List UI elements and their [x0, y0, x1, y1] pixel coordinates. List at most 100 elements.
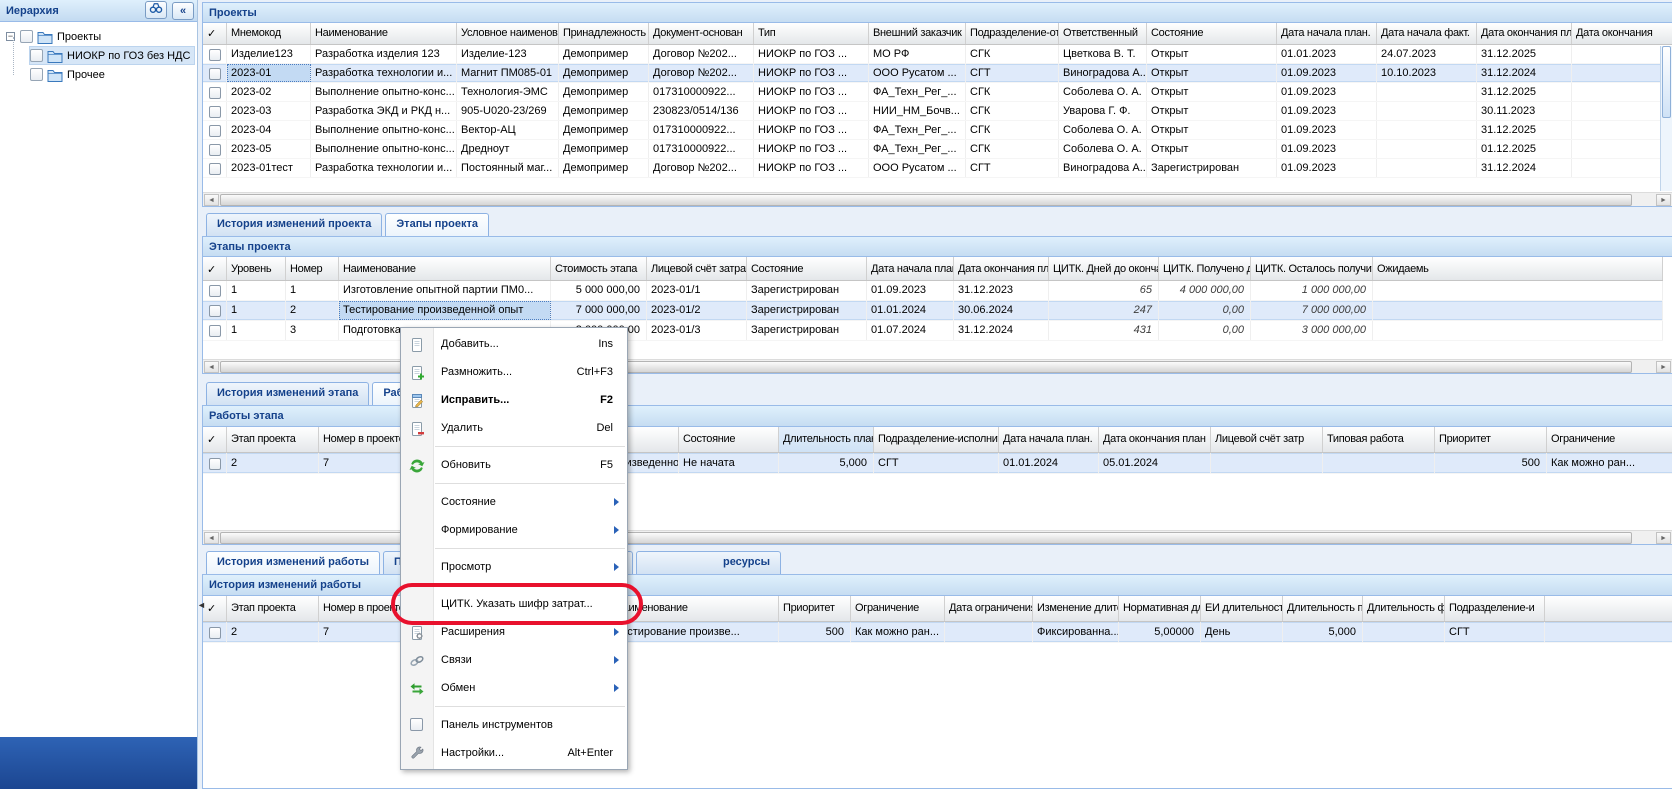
column-header[interactable]: Дата начала план.	[999, 427, 1099, 452]
menu-item[interactable]: Расширения	[401, 618, 627, 646]
vertical-scrollbar[interactable]	[1660, 46, 1672, 191]
column-header[interactable]: Наименование	[339, 257, 551, 280]
scroll-left-button[interactable]: ◄	[204, 194, 219, 206]
table-cell[interactable]: СГТ	[966, 64, 1059, 82]
scroll-right-button[interactable]: ►	[1656, 194, 1671, 206]
table-cell[interactable]: Изделие123	[227, 45, 311, 63]
table-cell[interactable]	[1572, 140, 1672, 158]
table-cell[interactable]	[1572, 121, 1672, 139]
table-cell[interactable]: Виноградова А...	[1059, 64, 1147, 82]
table-cell[interactable]	[203, 121, 227, 139]
table-cell[interactable]: 24.07.2023	[1377, 45, 1477, 63]
table-cell[interactable]: 017310000922...	[649, 83, 754, 101]
column-header[interactable]: Этап проекта	[227, 427, 319, 452]
table-row[interactable]: Изделие123Разработка изделия 123Изделие-…	[203, 45, 1672, 64]
checkbox-icon[interactable]	[410, 718, 423, 731]
table-cell[interactable]	[1572, 83, 1672, 101]
table-cell[interactable]: Выполнение опытно-конс...	[311, 83, 457, 101]
column-header[interactable]: Ожидаемь	[1373, 257, 1663, 280]
table-cell[interactable]: 5,00000	[1119, 622, 1201, 642]
table-cell[interactable]: 230823/0514/136	[649, 102, 754, 120]
table-cell[interactable]: 65	[1049, 281, 1159, 300]
table-cell[interactable]	[203, 159, 227, 177]
table-cell[interactable]: ФА_Техн_Рег_...	[869, 140, 966, 158]
column-header[interactable]: Дата начала факт.	[1377, 23, 1477, 44]
tree-item[interactable]: −Проекты	[0, 27, 197, 46]
column-header[interactable]: Ответственный	[1059, 23, 1147, 44]
table-cell[interactable]: 500	[1435, 453, 1547, 473]
column-header[interactable]: Длительность фак	[1363, 596, 1445, 621]
column-header[interactable]: Состояние	[747, 257, 867, 280]
table-cell[interactable]: НИОКР по ГОЗ ...	[754, 121, 869, 139]
table-cell[interactable]: 5 000 000,00	[551, 281, 647, 300]
table-cell[interactable]	[1377, 121, 1477, 139]
table-cell[interactable]: Зарегистрирован	[747, 321, 867, 340]
table-cell[interactable]: День	[1201, 622, 1283, 642]
table-cell[interactable]: Фиксированна...	[1033, 622, 1119, 642]
table-cell[interactable]: 01.09.2023	[1277, 140, 1377, 158]
table-cell[interactable]: 01.09.2023	[1277, 83, 1377, 101]
table-cell[interactable]: 30.06.2024	[954, 301, 1049, 320]
scroll-thumb[interactable]	[1662, 46, 1671, 118]
tab-3[interactable]: ресурсы	[636, 551, 781, 574]
table-row[interactable]: 11Изготовление опытной партии ПМ0...5 00…	[203, 281, 1663, 301]
table-cell[interactable]: Как можно ран...	[851, 622, 945, 642]
table-cell[interactable]: 7 000 000,00	[551, 301, 647, 320]
table-cell[interactable]: Виноградова А...	[1059, 159, 1147, 177]
column-header[interactable]: Дата начала план	[867, 257, 954, 280]
table-cell[interactable]: Зарегистрирован	[747, 281, 867, 300]
column-header[interactable]: Типовая работа	[1323, 427, 1435, 452]
row-checkbox[interactable]	[209, 125, 221, 137]
table-cell[interactable]: 431	[1049, 321, 1159, 340]
table-cell[interactable]: Постоянный маг...	[457, 159, 559, 177]
menu-item[interactable]: Размножить...Ctrl+F3	[401, 358, 627, 386]
table-cell[interactable]: Разработка технологии и...	[311, 159, 457, 177]
table-cell[interactable]: 2	[286, 301, 339, 320]
table-cell[interactable]: Дредноут	[457, 140, 559, 158]
table-cell[interactable]: Демопример	[559, 102, 649, 120]
table-cell[interactable]: 2023-02	[227, 83, 311, 101]
tree-item-content[interactable]: Проекты	[20, 28, 105, 45]
table-cell[interactable]: 3	[286, 321, 339, 340]
table-cell[interactable]: 31.12.2023	[954, 281, 1049, 300]
column-header[interactable]: Дата окончания	[1572, 23, 1672, 44]
table-cell[interactable]: Демопример	[559, 159, 649, 177]
table-cell[interactable]: 01.07.2024	[867, 321, 954, 340]
table-cell[interactable]	[1545, 622, 1672, 642]
table-cell[interactable]	[1363, 622, 1445, 642]
column-header[interactable]: Приоритет	[779, 596, 851, 621]
table-cell[interactable]: Договор №202...	[649, 45, 754, 63]
column-header[interactable]: ✓	[203, 257, 227, 280]
table-cell[interactable]: 017310000922...	[649, 140, 754, 158]
table-cell[interactable]: Тестирование произведенной опыт	[339, 301, 551, 320]
table-cell[interactable]: Технология-ЭМС	[457, 83, 559, 101]
table-cell[interactable]	[1572, 45, 1672, 63]
table-cell[interactable]: 1	[227, 301, 286, 320]
column-header[interactable]: Длительность план▼	[779, 427, 874, 452]
column-header[interactable]: ЕИ длительности	[1201, 596, 1283, 621]
table-cell[interactable]: ООО Русатом ...	[869, 159, 966, 177]
table-cell[interactable]: Как можно ран...	[1547, 453, 1672, 473]
table-cell[interactable]	[203, 622, 227, 642]
column-header[interactable]: Подразделение-и	[1445, 596, 1545, 621]
table-cell[interactable]: 31.12.2024	[954, 321, 1049, 340]
table-cell[interactable]: 1	[227, 281, 286, 300]
tree-item-checkbox[interactable]	[30, 68, 43, 81]
table-cell[interactable]: Договор №202...	[649, 159, 754, 177]
table-cell[interactable]: Открыт	[1147, 83, 1277, 101]
table-cell[interactable]: НИОКР по ГОЗ ...	[754, 45, 869, 63]
table-cell[interactable]: СГК	[966, 45, 1059, 63]
table-cell[interactable]: НИИ_НМ_Бочв...	[869, 102, 966, 120]
tree-item-checkbox[interactable]	[20, 30, 33, 43]
table-cell[interactable]: ФА_Техн_Рег_...	[869, 83, 966, 101]
search-button[interactable]	[145, 1, 167, 19]
table-cell[interactable]: 01.09.2023	[867, 281, 954, 300]
table-cell[interactable]: Выполнение опытно-конс...	[311, 121, 457, 139]
column-header[interactable]: Приоритет	[1435, 427, 1547, 452]
table-cell[interactable]: МО РФ	[869, 45, 966, 63]
table-cell[interactable]	[1373, 281, 1663, 300]
scroll-right-button[interactable]: ►	[1656, 361, 1671, 373]
column-header[interactable]: Лицевой счёт затр	[1211, 427, 1323, 452]
table-cell[interactable]	[1572, 102, 1672, 120]
column-header[interactable]: Ограничение	[1547, 427, 1672, 452]
